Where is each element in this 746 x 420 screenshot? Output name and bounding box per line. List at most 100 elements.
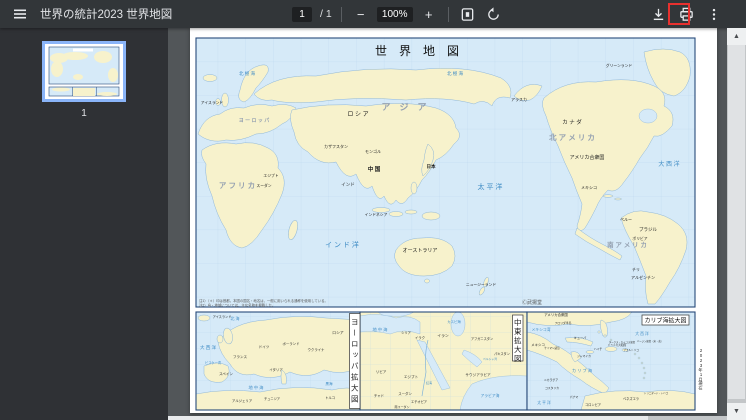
map-label: ア フ リ カ: [219, 181, 255, 190]
download-icon: [651, 7, 666, 22]
map-note-line1: 注1）（＊）印は首都。本図の国名・地名は，一般に用いられる通称を使用している。: [199, 298, 328, 303]
map-label: イラク: [415, 335, 425, 340]
horizontal-scrollbar-thumb[interactable]: [168, 416, 648, 420]
map-label: チャド: [374, 393, 384, 398]
map-label: リビア: [376, 369, 387, 374]
fit-page-button[interactable]: [458, 4, 478, 24]
map-label: 北 ア メ リ カ: [549, 132, 595, 142]
map-label: パナマ: [570, 395, 579, 399]
main-world-map: [196, 38, 695, 307]
page-zoom-controls: / 1 − 100% +: [292, 0, 504, 28]
print-button[interactable]: [676, 4, 696, 24]
map-label: トルコ: [325, 396, 335, 400]
map-label: 地 中 海: [373, 326, 389, 333]
zoom-in-button[interactable]: +: [419, 4, 439, 24]
map-label: コスタリカ: [545, 386, 559, 390]
horizontal-scrollbar[interactable]: [168, 416, 727, 420]
map-label: アルジェリア: [232, 398, 253, 403]
toolbar-right-actions: [648, 0, 724, 28]
inset-title-caribbean: カリブ海拡大図: [642, 315, 689, 325]
arrow-down-icon: ▼: [733, 408, 740, 415]
page-count-label: / 1: [320, 8, 332, 20]
map-label: 黒海: [325, 381, 333, 386]
pdf-toolbar: 世界の統計2023 世界地図 / 1 − 100% +: [0, 0, 746, 28]
map-label: ボリビア: [632, 236, 647, 241]
map-label: メキシコ: [531, 343, 545, 347]
map-label: ブラジル: [639, 226, 657, 233]
map-label: インド: [341, 182, 355, 187]
document-title: 世界の統計2023 世界地図: [40, 6, 172, 22]
map-as-of-note: 2023年1月現在: [698, 348, 704, 390]
thumbnail-page-number: 1: [0, 108, 168, 119]
map-label: カスピ海: [447, 319, 461, 324]
map-copyright: Ⓒ武揚堂: [522, 299, 542, 306]
map-label: イタリア: [269, 367, 283, 372]
pdf-viewer-window: 世界の統計2023 世界地図 / 1 − 100% +: [0, 0, 746, 420]
map-label: エジプト: [404, 374, 419, 379]
download-button[interactable]: [648, 4, 668, 24]
map-label: 太 平 洋: [478, 182, 503, 191]
zoom-out-button[interactable]: −: [351, 4, 371, 24]
map-label: ア ジ ア: [381, 102, 426, 112]
map-label: ロ シ ア: [347, 111, 368, 118]
inset-caribbean-map: [527, 312, 695, 410]
arrow-up-icon: ▲: [733, 33, 740, 40]
map-label: 紅海: [426, 380, 432, 385]
toolbar-divider: [341, 7, 342, 22]
map-label: ケイマン諸島: [544, 346, 560, 350]
map-label: シリア: [401, 330, 411, 335]
thumbnail-sidebar: 1: [0, 28, 168, 420]
map-label: 北 極 海: [239, 70, 256, 77]
thumbnail-map-preview: [45, 44, 123, 99]
map-label: 南 ア メ リ カ: [607, 240, 647, 249]
map-label: ドミニカ共和国: [608, 343, 627, 347]
map-label: ベネズエラ: [623, 396, 639, 401]
map-label: イラン: [437, 333, 449, 338]
map-label: 北 極 海: [447, 70, 464, 77]
page-number-input[interactable]: [292, 7, 312, 22]
pdf-page[interactable]: ヨーロッパ拡大図 中東拡大図 カリブ海拡大図 世 界 地 図 Ⓒ武揚堂 注1）（…: [190, 28, 717, 413]
map-label: ヨ ー ロ ッ パ: [239, 117, 270, 124]
map-label: グリーンランド: [606, 63, 633, 68]
map-label: ペルー: [620, 216, 632, 222]
map-label: 南スーダン: [394, 404, 409, 409]
map-label: コロンビア: [585, 402, 601, 407]
rotate-ccw-icon: [486, 7, 501, 22]
map-label: アイスランド: [201, 100, 224, 105]
map-label: イ ン ド 洋: [325, 240, 359, 249]
map-label: ウクライナ: [308, 347, 325, 352]
map-label: 地 中 海: [249, 384, 265, 391]
map-label: ニュージーランド: [466, 282, 497, 287]
map-label: 大 西 洋: [635, 331, 649, 336]
page-thumbnail[interactable]: [42, 41, 126, 102]
inset-title-caribbean-label: カリブ海拡大図: [644, 317, 686, 325]
map-note-line2: 注2）島・地域については，主な名称を掲載した。: [199, 303, 275, 308]
map-label: フランス: [233, 354, 248, 359]
map-label: アメリカ合衆国: [570, 154, 605, 161]
rotate-button[interactable]: [484, 4, 504, 24]
more-options-button[interactable]: [704, 4, 724, 24]
hamburger-menu-button[interactable]: [10, 4, 30, 24]
vertical-scrollbar-thumb[interactable]: [728, 45, 745, 399]
map-label: ニカラグア: [544, 378, 558, 382]
hamburger-icon: [13, 7, 27, 21]
inset-title-europe-label: ヨーロッパ拡大図: [350, 318, 359, 406]
pdf-canvas-area: ヨーロッパ拡大図 中東拡大図 カリブ海拡大図 世 界 地 図 Ⓒ武揚堂 注1）（…: [168, 28, 727, 420]
map-label: メキシコ: [581, 185, 597, 190]
world-map-svg: ヨーロッパ拡大図 中東拡大図 カリブ海拡大図 世 界 地 図 Ⓒ武揚堂 注1）（…: [190, 28, 717, 413]
map-label: アラビア海: [481, 393, 500, 398]
map-label: オーストラリア: [403, 248, 438, 254]
toolbar-divider: [448, 7, 449, 22]
vertical-scrollbar[interactable]: ▲ ▼: [727, 28, 746, 420]
map-label: チュニジア: [264, 396, 280, 401]
map-label: キューバ: [574, 336, 588, 340]
map-label: ロシア: [332, 330, 344, 335]
inset-title-middle-east: 中東拡大図: [513, 315, 524, 364]
map-label: 大 西 洋: [200, 344, 217, 351]
map-label: 大 西 洋: [658, 160, 679, 168]
scroll-down-button[interactable]: ▼: [727, 403, 746, 420]
fit-page-icon: [460, 7, 475, 22]
map-label: アフガニスタン: [471, 336, 493, 341]
map-label: モンゴル: [365, 148, 381, 154]
scroll-up-button[interactable]: ▲: [727, 28, 746, 45]
